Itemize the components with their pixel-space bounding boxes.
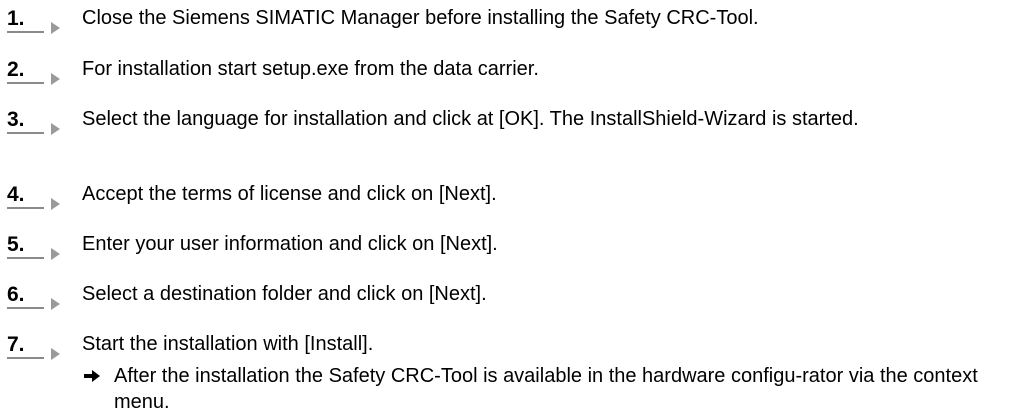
step-marker: 5. <box>7 232 65 262</box>
step-text: Start the installation with [Install]. <box>82 333 374 355</box>
arrow-right-icon <box>84 370 100 382</box>
step-number: 4. <box>7 183 25 206</box>
step-underline <box>7 31 44 33</box>
step-text: Select a destination folder and click on… <box>82 283 487 305</box>
step-number: 2. <box>7 58 25 81</box>
triangle-right-icon <box>51 198 60 210</box>
step-text: For installation start setup.exe from th… <box>82 58 539 80</box>
triangle-right-icon <box>51 73 60 85</box>
step-marker: 4. <box>7 182 65 212</box>
step-marker: 7. <box>7 332 65 362</box>
step-number: 3. <box>7 108 25 131</box>
step-underline <box>7 307 44 309</box>
triangle-right-icon <box>51 298 60 310</box>
step-text: Accept the terms of license and click on… <box>82 183 497 205</box>
step-text: Select the language for installation and… <box>82 108 859 130</box>
triangle-right-icon <box>51 123 60 135</box>
result-text: After the installation the Safety CRC-To… <box>114 365 978 413</box>
step-number: 7. <box>7 333 25 356</box>
triangle-right-icon <box>51 348 60 360</box>
triangle-right-icon <box>51 22 60 34</box>
step-marker: 1. <box>7 6 65 36</box>
step-underline <box>7 82 44 84</box>
triangle-right-icon <box>51 248 60 260</box>
installation-instructions: 1. Close the Siemens SIMATIC Manager bef… <box>0 0 1033 413</box>
step-marker: 3. <box>7 107 65 137</box>
step-marker: 2. <box>7 57 65 87</box>
step-underline <box>7 132 44 134</box>
step-number: 5. <box>7 233 25 256</box>
step-number: 1. <box>7 7 25 30</box>
step-marker: 6. <box>7 282 65 312</box>
step-text: Enter your user information and click on… <box>82 233 498 255</box>
step-underline <box>7 257 44 259</box>
step-number: 6. <box>7 283 25 306</box>
step-underline <box>7 207 44 209</box>
step-underline <box>7 357 44 359</box>
step-text: Close the Siemens SIMATIC Manager before… <box>82 7 759 29</box>
